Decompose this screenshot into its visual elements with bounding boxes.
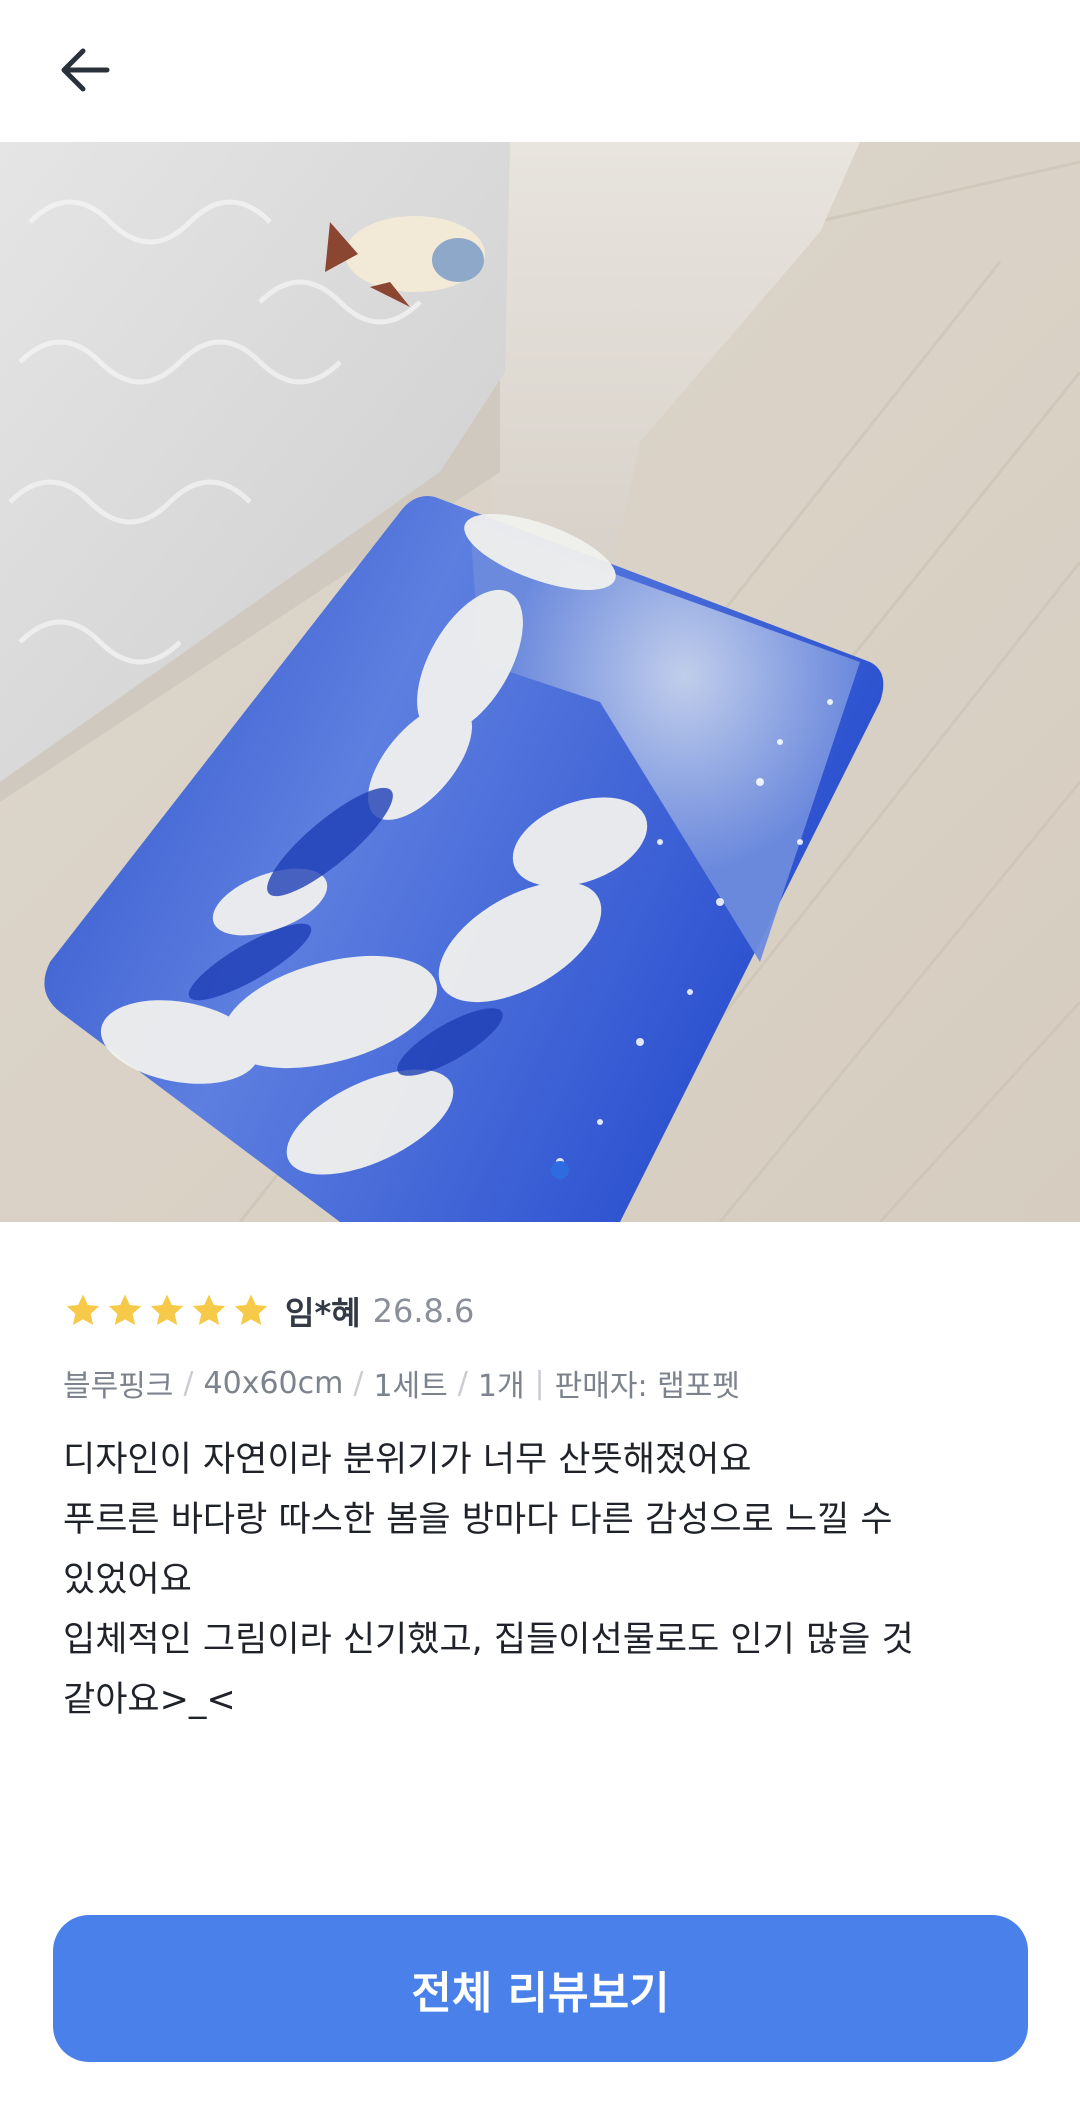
option-separator: /	[457, 1365, 468, 1401]
top-bar	[0, 0, 1080, 142]
review-photo[interactable]	[0, 142, 1080, 1222]
review-line: 있었어요	[63, 1560, 192, 1600]
review-detail-page: 임*혜 26.8.6 블루핑크 / 40x60cm / 1세트 / 1개 | 판…	[0, 0, 1080, 2109]
reviewer-name: 임*혜	[285, 1294, 361, 1332]
arrow-left-icon	[61, 48, 110, 92]
view-all-reviews-button[interactable]: 전체 리뷰보기	[53, 1915, 1028, 2062]
star-icon	[150, 1294, 184, 1325]
star-rating	[63, 1291, 273, 1331]
option-separator: /	[183, 1365, 194, 1401]
star-icon	[66, 1294, 100, 1325]
review-line: 디자인이 자연이라 분위기가 너무 산뜻해졌어요	[63, 1440, 752, 1480]
option-color: 블루핑크	[63, 1369, 174, 1404]
star-icon	[192, 1294, 226, 1325]
option-set: 1세트	[373, 1369, 448, 1404]
review-date: 26.8.6	[372, 1292, 475, 1330]
review-line: 같아요>_<	[63, 1680, 236, 1720]
review-photo-image	[0, 142, 1080, 1222]
review-text: 디자인이 자연이라 분위기가 너무 산뜻해졌어요 푸르른 바다랑 따스한 봄을 …	[63, 1430, 1023, 1730]
star-icon	[234, 1294, 268, 1325]
star-icon	[108, 1294, 142, 1325]
option-size: 40x60cm	[203, 1365, 344, 1401]
carousel-indicator	[551, 1161, 569, 1179]
purchase-options: 블루핑크 / 40x60cm / 1세트 / 1개 | 판매자: 랩포펫	[63, 1359, 740, 1407]
review-line: 입체적인 그림이라 신기했고, 집들이선물로도 인기 많을 것	[63, 1620, 914, 1660]
option-quantity: 1개	[477, 1369, 525, 1404]
back-button[interactable]	[40, 30, 130, 110]
option-separator: /	[353, 1365, 364, 1401]
review-meta: 임*혜 26.8.6	[63, 1285, 474, 1337]
divider: |	[534, 1365, 545, 1401]
seller-label: 판매자: 랩포펫	[554, 1369, 740, 1404]
review-line: 푸르른 바다랑 따스한 봄을 방마다 다른 감성으로 느낄 수	[63, 1500, 893, 1540]
